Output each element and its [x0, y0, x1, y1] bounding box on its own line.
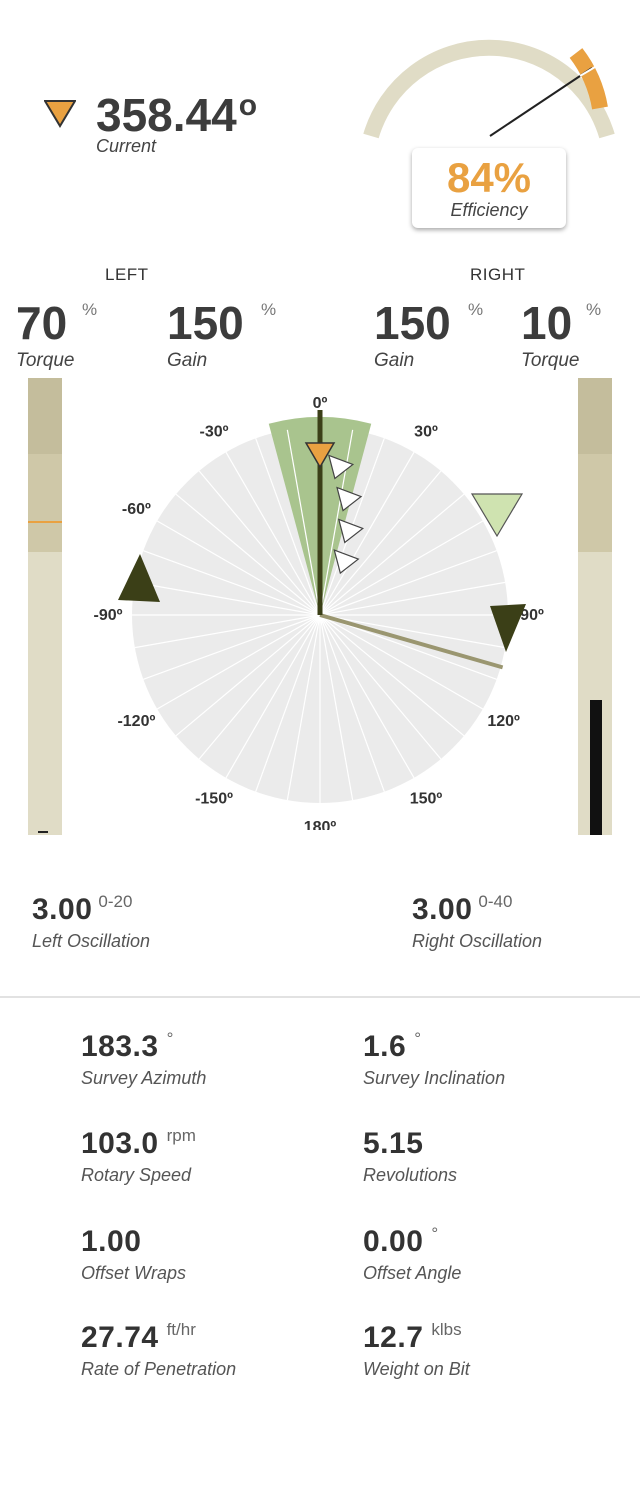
- stat-unit: °: [431, 1224, 439, 1243]
- stat-value: 103.0: [81, 1127, 159, 1160]
- dial-angle-label: -150º: [195, 791, 233, 808]
- dial-angle-label: 180º: [304, 819, 337, 830]
- current-label: Current: [96, 136, 157, 156]
- toolface-dial: 0º30º60º90º120º150º180º-150º-120º-90º-60…: [94, 395, 544, 830]
- stat-label: Rotary Speed: [81, 1165, 192, 1185]
- left-oscillation: 3.00 0-20 Left Oscillation: [32, 892, 151, 952]
- left-torque-unit: %: [82, 300, 98, 319]
- stat-value: 5.15: [363, 1127, 424, 1160]
- stat-value: 1.6: [363, 1030, 407, 1063]
- stat-label: Revolutions: [363, 1165, 458, 1185]
- stat-label: Offset Wraps: [81, 1263, 187, 1283]
- stat-survey-azimuth: 183.3 ° Survey Azimuth: [81, 1029, 207, 1089]
- stat-survey-inclination: 1.6 ° Survey Inclination: [363, 1029, 506, 1089]
- right-torque-label: Torque: [521, 350, 580, 371]
- right-torque-value: 10: [521, 297, 573, 349]
- stat-unit: ft/hr: [166, 1320, 196, 1339]
- right-torque-bar: [578, 378, 612, 835]
- stat-revolutions: 5.15 Revolutions: [363, 1127, 457, 1186]
- stat-label: Offset Angle: [363, 1263, 462, 1283]
- dial-angle-label: -90º: [94, 607, 123, 624]
- stat-label: Survey Azimuth: [81, 1068, 207, 1088]
- stat-unit: rpm: [166, 1126, 196, 1145]
- left-gain-label: Gain: [167, 350, 208, 371]
- stat-unit: °: [166, 1029, 174, 1048]
- dial-angle-label: 150º: [410, 791, 443, 808]
- current-indicator-icon: [43, 100, 77, 133]
- current-heading-value: 358.44o: [96, 89, 258, 141]
- left-oscillation-value: 3.00: [32, 893, 93, 926]
- left-bar-marker: [28, 521, 62, 523]
- left-gain-unit: %: [261, 300, 277, 319]
- efficiency-gauge: [363, 39, 615, 139]
- degree-symbol: o: [238, 89, 258, 122]
- right-oscillation-value: 3.00: [412, 893, 473, 926]
- stat-unit: klbs: [431, 1320, 462, 1339]
- left-oscillation-range: 0-20: [98, 892, 133, 911]
- stat-rate-of-penetration: 27.74 ft/hr Rate of Penetration: [81, 1320, 237, 1380]
- stat-value: 1.00: [81, 1225, 142, 1258]
- right-oscillation-range: 0-40: [478, 892, 513, 911]
- right-heading: RIGHT: [470, 265, 526, 284]
- dial-angle-label: -60º: [122, 501, 151, 518]
- left-torque-label: Torque: [16, 350, 75, 371]
- stat-value: 0.00: [363, 1225, 424, 1258]
- left-oscillation-label: Left Oscillation: [32, 931, 151, 951]
- stat-weight-on-bit: 12.7 klbs Weight on Bit: [363, 1320, 470, 1380]
- dial-angle-label: 30º: [414, 423, 438, 440]
- right-gain-label: Gain: [374, 350, 415, 371]
- dial-angle-label: 0º: [313, 395, 328, 412]
- right-torque-unit: %: [586, 300, 602, 319]
- stat-value: 12.7: [363, 1321, 424, 1354]
- dial-angle-label: -120º: [117, 713, 155, 730]
- left-torque-value: 70: [16, 297, 68, 349]
- dial-angle-label: 90º: [520, 607, 544, 624]
- efficiency-value: 84%: [446, 154, 532, 201]
- stat-label: Rate of Penetration: [81, 1359, 237, 1379]
- stat-value: 183.3: [81, 1030, 159, 1063]
- efficiency-card: 84% Efficiency: [412, 148, 566, 228]
- stat-offset-wraps: 1.00 Offset Wraps: [81, 1225, 186, 1284]
- efficiency-needle: [489, 67, 593, 137]
- left-gain-value: 150: [167, 297, 244, 349]
- stat-rotary-speed: 103.0 rpm Rotary Speed: [81, 1126, 196, 1186]
- stat-label: Survey Inclination: [363, 1068, 506, 1088]
- right-gain-unit: %: [468, 300, 484, 319]
- stat-unit: °: [414, 1029, 422, 1048]
- stat-value: 27.74: [81, 1321, 159, 1354]
- right-bar-fill: [590, 700, 602, 835]
- section-divider: [0, 996, 640, 998]
- right-gain-value: 150: [374, 297, 451, 349]
- right-oscillation: 3.00 0-40 Right Oscillation: [412, 892, 543, 952]
- dial-angle-label: -30º: [200, 423, 229, 440]
- efficiency-label: Efficiency: [450, 200, 528, 220]
- right-oscillation-label: Right Oscillation: [412, 931, 543, 951]
- stat-offset-angle: 0.00 ° Offset Angle: [363, 1224, 462, 1284]
- left-heading: LEFT: [105, 265, 149, 284]
- left-torque-bar: [28, 378, 62, 835]
- dial-angle-label: 120º: [487, 713, 520, 730]
- stat-label: Weight on Bit: [363, 1359, 470, 1379]
